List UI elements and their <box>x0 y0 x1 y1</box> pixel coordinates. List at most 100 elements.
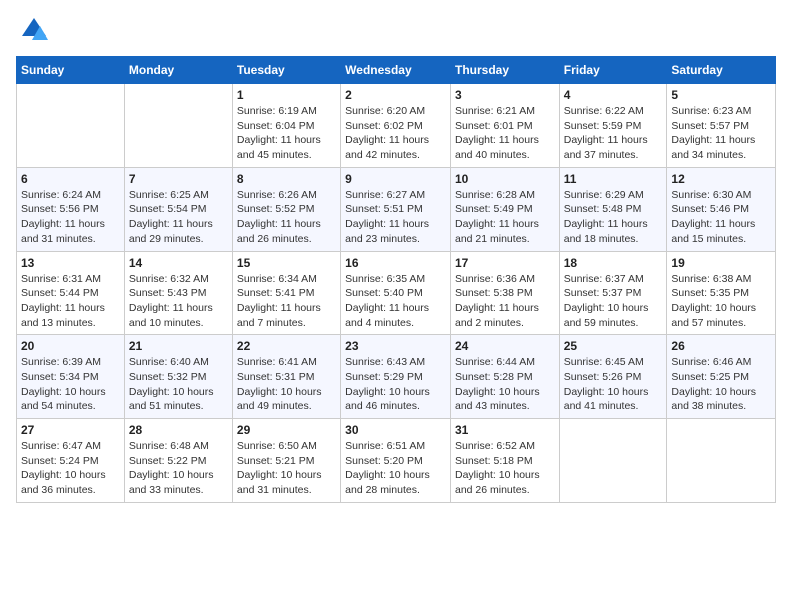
calendar-cell <box>667 419 776 503</box>
calendar-cell: 14 Sunrise: 6:32 AM Sunset: 5:43 PM Dayli… <box>124 251 232 335</box>
cell-info: Sunrise: 6:23 AM Sunset: 5:57 PM Dayligh… <box>671 104 771 163</box>
cell-day-number: 24 <box>455 339 555 353</box>
cell-info: Sunrise: 6:28 AM Sunset: 5:49 PM Dayligh… <box>455 188 555 247</box>
cell-info: Sunrise: 6:48 AM Sunset: 5:22 PM Dayligh… <box>129 439 228 498</box>
cell-day-number: 17 <box>455 256 555 270</box>
cell-day-number: 25 <box>564 339 663 353</box>
calendar-cell: 3Sunrise: 6:21 AM Sunset: 6:01 PM Daylig… <box>450 84 559 168</box>
calendar-cell <box>17 84 125 168</box>
calendar-cell: 23Sunrise: 6:43 AM Sunset: 5:29 PM Dayli… <box>341 335 451 419</box>
cell-info: Sunrise: 6:34 AM Sunset: 5:41 PM Dayligh… <box>237 272 336 331</box>
cell-day-number: 11 <box>564 172 663 186</box>
cell-day-number: 1 <box>237 88 336 102</box>
cell-day-number: 10 <box>455 172 555 186</box>
cell-info: Sunrise: 6:31 AM Sunset: 5:44 PM Dayligh… <box>21 272 120 331</box>
cell-day-number: 26 <box>671 339 771 353</box>
cell-info: Sunrise: 6:25 AM Sunset: 5:54 PM Dayligh… <box>129 188 228 247</box>
cell-day-number: 9 <box>345 172 446 186</box>
cell-day-number: 27 <box>21 423 120 437</box>
cell-info: Sunrise: 6:24 AM Sunset: 5:56 PM Dayligh… <box>21 188 120 247</box>
calendar-cell: 30 Sunrise: 6:51 AM Sunset: 5:20 PM Dayli… <box>341 419 451 503</box>
calendar: SundayMondayTuesdayWednesdayThursdayFrid… <box>16 56 776 503</box>
day-of-week-header: Friday <box>559 57 667 84</box>
cell-info: Sunrise: 6:43 AM Sunset: 5:29 PM Dayligh… <box>345 355 446 414</box>
calendar-cell: 26 Sunrise: 6:46 AM Sunset: 5:25 PM Dayli… <box>667 335 776 419</box>
calendar-cell: 7 Sunrise: 6:25 AM Sunset: 5:54 PM Daylig… <box>124 167 232 251</box>
day-of-week-header: Saturday <box>667 57 776 84</box>
cell-info: Sunrise: 6:22 AM Sunset: 5:59 PM Dayligh… <box>564 104 663 163</box>
day-of-week-header: Tuesday <box>232 57 340 84</box>
calendar-cell: 5 Sunrise: 6:23 AM Sunset: 5:57 PM Daylig… <box>667 84 776 168</box>
cell-info: Sunrise: 6:39 AM Sunset: 5:34 PM Dayligh… <box>21 355 120 414</box>
calendar-cell: 20 Sunrise: 6:39 AM Sunset: 5:34 PM Dayli… <box>17 335 125 419</box>
calendar-cell: 25 Sunrise: 6:45 AM Sunset: 5:26 PM Dayli… <box>559 335 667 419</box>
cell-day-number: 19 <box>671 256 771 270</box>
cell-info: Sunrise: 6:35 AM Sunset: 5:40 PM Dayligh… <box>345 272 446 331</box>
calendar-week-row: 6Sunrise: 6:24 AM Sunset: 5:56 PM Daylig… <box>17 167 776 251</box>
cell-info: Sunrise: 6:37 AM Sunset: 5:37 PM Dayligh… <box>564 272 663 331</box>
day-of-week-header: Monday <box>124 57 232 84</box>
calendar-cell: 4 Sunrise: 6:22 AM Sunset: 5:59 PM Daylig… <box>559 84 667 168</box>
cell-info: Sunrise: 6:20 AM Sunset: 6:02 PM Dayligh… <box>345 104 446 163</box>
calendar-cell: 15 Sunrise: 6:34 AM Sunset: 5:41 PM Dayli… <box>232 251 340 335</box>
calendar-cell: 1 Sunrise: 6:19 AM Sunset: 6:04 PM Daylig… <box>232 84 340 168</box>
cell-day-number: 15 <box>237 256 336 270</box>
cell-day-number: 14 <box>129 256 228 270</box>
cell-info: Sunrise: 6:41 AM Sunset: 5:31 PM Dayligh… <box>237 355 336 414</box>
logo-icon <box>20 16 48 44</box>
calendar-cell: 16 Sunrise: 6:35 AM Sunset: 5:40 PM Dayli… <box>341 251 451 335</box>
calendar-cell: 24 Sunrise: 6:44 AM Sunset: 5:28 PM Dayli… <box>450 335 559 419</box>
cell-info: Sunrise: 6:21 AM Sunset: 6:01 PM Dayligh… <box>455 104 555 163</box>
calendar-cell: 2Sunrise: 6:20 AM Sunset: 6:02 PM Daylig… <box>341 84 451 168</box>
calendar-cell: 13Sunrise: 6:31 AM Sunset: 5:44 PM Dayli… <box>17 251 125 335</box>
calendar-cell: 22 Sunrise: 6:41 AM Sunset: 5:31 PM Dayli… <box>232 335 340 419</box>
cell-day-number: 4 <box>564 88 663 102</box>
calendar-cell: 29 Sunrise: 6:50 AM Sunset: 5:21 PM Dayli… <box>232 419 340 503</box>
cell-info: Sunrise: 6:40 AM Sunset: 5:32 PM Dayligh… <box>129 355 228 414</box>
cell-day-number: 21 <box>129 339 228 353</box>
calendar-cell <box>559 419 667 503</box>
cell-info: Sunrise: 6:38 AM Sunset: 5:35 PM Dayligh… <box>671 272 771 331</box>
cell-day-number: 29 <box>237 423 336 437</box>
calendar-cell: 31 Sunrise: 6:52 AM Sunset: 5:18 PM Dayli… <box>450 419 559 503</box>
cell-day-number: 28 <box>129 423 228 437</box>
cell-info: Sunrise: 6:45 AM Sunset: 5:26 PM Dayligh… <box>564 355 663 414</box>
cell-day-number: 7 <box>129 172 228 186</box>
cell-info: Sunrise: 6:19 AM Sunset: 6:04 PM Dayligh… <box>237 104 336 163</box>
cell-day-number: 12 <box>671 172 771 186</box>
cell-day-number: 30 <box>345 423 446 437</box>
cell-info: Sunrise: 6:50 AM Sunset: 5:21 PM Dayligh… <box>237 439 336 498</box>
day-of-week-header: Sunday <box>17 57 125 84</box>
logo <box>16 16 48 44</box>
calendar-cell: 12 Sunrise: 6:30 AM Sunset: 5:46 PM Dayli… <box>667 167 776 251</box>
cell-day-number: 16 <box>345 256 446 270</box>
cell-info: Sunrise: 6:44 AM Sunset: 5:28 PM Dayligh… <box>455 355 555 414</box>
cell-day-number: 5 <box>671 88 771 102</box>
calendar-cell: 18Sunrise: 6:37 AM Sunset: 5:37 PM Dayli… <box>559 251 667 335</box>
calendar-week-row: 13Sunrise: 6:31 AM Sunset: 5:44 PM Dayli… <box>17 251 776 335</box>
calendar-week-row: 20 Sunrise: 6:39 AM Sunset: 5:34 PM Dayli… <box>17 335 776 419</box>
calendar-week-row: 27 Sunrise: 6:47 AM Sunset: 5:24 PM Dayli… <box>17 419 776 503</box>
calendar-cell: 19 Sunrise: 6:38 AM Sunset: 5:35 PM Dayli… <box>667 251 776 335</box>
cell-info: Sunrise: 6:27 AM Sunset: 5:51 PM Dayligh… <box>345 188 446 247</box>
cell-day-number: 20 <box>21 339 120 353</box>
cell-day-number: 22 <box>237 339 336 353</box>
cell-info: Sunrise: 6:52 AM Sunset: 5:18 PM Dayligh… <box>455 439 555 498</box>
calendar-cell <box>124 84 232 168</box>
cell-info: Sunrise: 6:47 AM Sunset: 5:24 PM Dayligh… <box>21 439 120 498</box>
calendar-cell: 9 Sunrise: 6:27 AM Sunset: 5:51 PM Daylig… <box>341 167 451 251</box>
cell-info: Sunrise: 6:30 AM Sunset: 5:46 PM Dayligh… <box>671 188 771 247</box>
calendar-cell: 17 Sunrise: 6:36 AM Sunset: 5:38 PM Dayli… <box>450 251 559 335</box>
calendar-header-row: SundayMondayTuesdayWednesdayThursdayFrid… <box>17 57 776 84</box>
cell-info: Sunrise: 6:36 AM Sunset: 5:38 PM Dayligh… <box>455 272 555 331</box>
cell-info: Sunrise: 6:32 AM Sunset: 5:43 PM Dayligh… <box>129 272 228 331</box>
day-of-week-header: Thursday <box>450 57 559 84</box>
page: SundayMondayTuesdayWednesdayThursdayFrid… <box>0 0 792 612</box>
calendar-cell: 21 Sunrise: 6:40 AM Sunset: 5:32 PM Dayli… <box>124 335 232 419</box>
calendar-week-row: 1 Sunrise: 6:19 AM Sunset: 6:04 PM Daylig… <box>17 84 776 168</box>
calendar-cell: 10 Sunrise: 6:28 AM Sunset: 5:49 PM Dayli… <box>450 167 559 251</box>
cell-info: Sunrise: 6:51 AM Sunset: 5:20 PM Dayligh… <box>345 439 446 498</box>
cell-day-number: 31 <box>455 423 555 437</box>
calendar-cell: 28 Sunrise: 6:48 AM Sunset: 5:22 PM Dayli… <box>124 419 232 503</box>
cell-info: Sunrise: 6:46 AM Sunset: 5:25 PM Dayligh… <box>671 355 771 414</box>
